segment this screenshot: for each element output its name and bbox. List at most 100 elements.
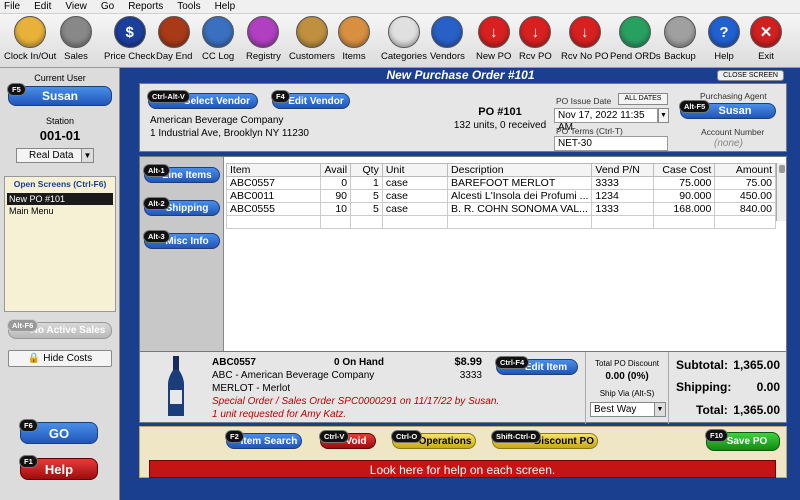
table-scrollbar[interactable] <box>776 163 786 221</box>
column-header[interactable]: Unit <box>381 163 449 177</box>
operations-label: Operations <box>418 435 472 447</box>
issue-date-field[interactable]: Nov 17, 2022 11:35 AM <box>554 108 658 133</box>
chevron-up-icon[interactable] <box>778 165 785 173</box>
terms-field[interactable]: NET-30 <box>554 136 668 151</box>
toolbar-button-cash-register[interactable]: Sales <box>60 16 92 66</box>
table-row[interactable]: ABC0011 90 5 case Alcesti L'Insola dei Profu… <box>225 189 776 203</box>
column-header[interactable]: Item <box>225 163 322 177</box>
column-header[interactable]: Avail <box>320 163 352 177</box>
no-active-sales-label: No Active Sales <box>30 325 106 336</box>
no-active-sales-button[interactable]: Alt-F6 No Active Sales <box>7 319 112 339</box>
ship-via-select[interactable]: Best Way ▼ <box>590 402 666 417</box>
toolbar-button-receive-po[interactable]: ↓ Rcv PO <box>519 16 552 66</box>
toolbar-button-exit[interactable]: ✕ Exit <box>750 16 782 66</box>
close-screen-button[interactable]: CLOSE SCREEN <box>717 70 784 81</box>
subtotal-value: 1,365.00 <box>733 358 780 372</box>
menu-go[interactable]: Go <box>101 1 114 12</box>
menu-reports[interactable]: Reports <box>128 1 163 12</box>
menu-tools[interactable]: Tools <box>177 1 200 12</box>
calendar-icon <box>158 16 191 48</box>
table-row[interactable]: ABC0557 0 1 case BAREFOOT MERLOT 3333 75.000 75… <box>225 176 776 190</box>
account-value: (none) <box>714 138 743 149</box>
table-row[interactable]: ABC0555 10 5 case B. R. COHN SONOMA VAL... 13… <box>225 202 776 216</box>
help-bar[interactable]: Look here for help on each screen. <box>149 460 776 478</box>
table-cell <box>591 215 654 229</box>
all-dates-button[interactable]: ALL DATES <box>618 93 668 105</box>
save-po-label: Save PO <box>726 436 768 447</box>
column-header[interactable]: Amount <box>714 163 776 177</box>
item-search-button[interactable]: F2 Item Search <box>225 430 302 449</box>
toolbar-button-credit-card[interactable]: CC Log <box>202 16 234 66</box>
menu-edit[interactable]: Edit <box>34 1 51 12</box>
table-cell: ABC0557 <box>225 176 322 190</box>
vendor-name: American Beverage Company <box>150 115 284 126</box>
lock-icon: 🔒 <box>27 353 41 364</box>
toolbar-button-help[interactable]: ? Help <box>708 16 740 66</box>
toolbar-button-vendors[interactable]: Vendors <box>430 16 465 66</box>
f2-key-badge: F2 <box>225 430 244 443</box>
table-cell: 450.00 <box>714 189 776 203</box>
detail-on-hand: 0 On Hand <box>334 357 385 368</box>
toolbar-label: Categories <box>381 51 427 62</box>
edit-item-button[interactable]: Ctrl-F4 Edit Item <box>495 356 578 375</box>
toolbar-button-customers[interactable]: Customers <box>289 16 335 66</box>
help-label: Help <box>44 461 74 477</box>
menu-view[interactable]: View <box>65 1 87 12</box>
current-user-button[interactable]: F5 Susan <box>7 83 112 106</box>
tab-misc-info[interactable]: Alt-3 Misc Info <box>143 230 220 249</box>
wine-bottle-icon <box>168 356 184 416</box>
open-screen-new-po[interactable]: New PO #101 <box>7 193 113 205</box>
toolbar-label: Day End <box>156 51 193 62</box>
table-cell: 0 <box>320 176 352 190</box>
menu-bar: File Edit View Go Reports Tools Help <box>0 0 800 14</box>
void-button[interactable]: Ctrl-V Void <box>319 430 376 449</box>
go-button[interactable]: F6 GO <box>19 419 98 444</box>
operations-button[interactable]: Ctrl-O Operations <box>391 430 476 449</box>
column-header[interactable]: Vend P/N <box>591 163 654 177</box>
station-label: Station <box>45 116 75 126</box>
toolbar-button-dollar[interactable]: $ Price Check <box>104 16 155 66</box>
purchasing-agent-button[interactable]: Alt-F5 Susan <box>679 100 776 119</box>
data-mode-select[interactable]: Real Data ▼ <box>16 148 94 163</box>
table-cell: case <box>381 176 449 190</box>
select-vendor-button[interactable]: Ctrl-Alt-V Select Vendor <box>147 90 258 109</box>
menu-help[interactable]: Help <box>215 1 236 12</box>
table-row-empty[interactable] <box>225 215 776 229</box>
menu-file[interactable]: File <box>4 1 20 12</box>
hide-costs-button[interactable]: 🔒 Hide Costs <box>8 350 112 367</box>
alt-f6-key-badge: Alt-F6 <box>7 319 39 332</box>
table-cell: ABC0011 <box>225 189 322 203</box>
vendors-icon <box>431 16 464 48</box>
column-header[interactable]: Case Cost <box>652 163 716 177</box>
chevron-down-icon[interactable]: ▼ <box>654 403 665 416</box>
save-po-button[interactable]: F10 Save PO <box>705 429 780 451</box>
toolbar-button-clock[interactable]: Clock In/Out <box>4 16 56 66</box>
discount-po-button[interactable]: Shift-Ctrl-D Discount PO <box>491 430 598 449</box>
column-header[interactable]: Qty <box>350 163 383 177</box>
chevron-down-icon[interactable]: ▼ <box>658 108 669 123</box>
table-cell: 75.00 <box>714 176 776 190</box>
tab-line-items[interactable]: Alt-1 Line Items <box>143 164 220 183</box>
toolbar-button-gift[interactable]: Registry <box>246 16 281 66</box>
toolbar-button-backup[interactable]: Backup <box>664 16 696 66</box>
toolbar-button-pending-orders[interactable]: Pend ORDs <box>610 16 661 66</box>
help-button[interactable]: F1 Help <box>19 455 98 480</box>
toolbar-button-categories[interactable]: Categories <box>381 16 427 66</box>
detail-description: MERLOT - Merlot <box>212 383 291 394</box>
chevron-down-icon[interactable]: ▼ <box>81 149 93 162</box>
f4-key-badge: F4 <box>271 90 290 103</box>
toolbar-label: Rcv No PO <box>561 51 609 62</box>
toolbar-button-items[interactable]: Items <box>338 16 370 66</box>
current-user-name: Susan <box>41 89 78 103</box>
alt-2-key-badge: Alt-2 <box>143 197 170 210</box>
edit-vendor-button[interactable]: F4 Edit Vendor <box>271 90 350 109</box>
tab-shipping[interactable]: Alt-2 Shipping <box>143 197 220 216</box>
column-header[interactable]: Description <box>447 163 593 177</box>
toolbar-button-calendar[interactable]: Day End <box>156 16 192 66</box>
toolbar-button-receive-no-po[interactable]: ↓ Rcv No PO <box>561 16 609 66</box>
f10-key-badge: F10 <box>705 429 728 442</box>
table-cell: 90 <box>320 189 352 203</box>
open-screen-main-menu[interactable]: Main Menu <box>7 205 113 217</box>
toolbar-label: Backup <box>664 51 696 62</box>
toolbar-button-new-po[interactable]: ↓ New PO <box>476 16 511 66</box>
